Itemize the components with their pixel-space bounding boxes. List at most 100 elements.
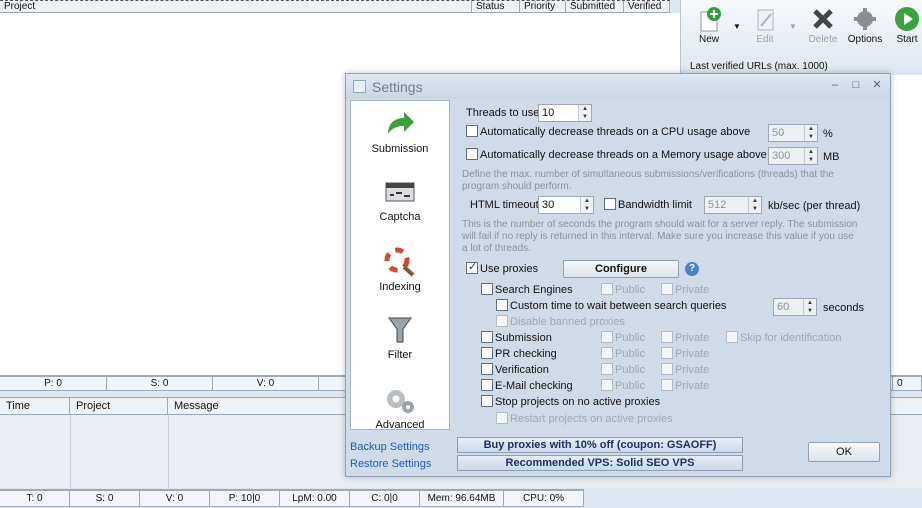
threads-input[interactable]: 10 ▲ ▼ — [538, 104, 592, 122]
main-toolbar: New ▼ Edit ▼ Delete Options Start Last v… — [680, 0, 922, 75]
bandwidth-unit: kb/sec (per thread) — [768, 200, 861, 212]
close-icon[interactable]: ✕ — [870, 79, 884, 92]
edit-dropdown-arrow-icon[interactable]: ▼ — [789, 22, 797, 31]
disable-banned-proxies-checkbox[interactable]: Disable banned proxies — [496, 315, 625, 328]
email-private-checkbox[interactable]: Private — [661, 379, 709, 392]
funnel-icon — [382, 313, 418, 347]
recommended-vps-banner[interactable]: Recommended VPS: Solid SEO VPS — [457, 455, 743, 471]
status-submissions: S: 0 — [70, 490, 140, 507]
help-icon[interactable]: ? — [685, 262, 699, 276]
memory-decrease-checkbox[interactable]: Automatically decrease threads on a Memo… — [466, 148, 767, 161]
submission-private-checkbox[interactable]: Private — [661, 331, 709, 344]
timeout-description-2: will fail if no reply is returned in thi… — [462, 231, 854, 242]
spin-arrows-icon[interactable]: ▲ ▼ — [578, 105, 591, 121]
verification-public-checkbox[interactable]: Public — [601, 363, 645, 376]
use-proxies-checkbox[interactable]: Use proxies — [466, 260, 538, 275]
pr-checking-checkbox[interactable]: PR checking — [481, 347, 557, 360]
spin-arrows-icon[interactable]: ▲ ▼ — [803, 299, 816, 315]
edit-button[interactable]: Edit — [743, 6, 787, 45]
submission-settings-panel: Threads to use 10 ▲ ▼ Automatically decrea… — [456, 100, 886, 440]
checkbox-checked-icon — [466, 260, 478, 275]
new-document-icon — [696, 6, 722, 32]
dialog-title: Settings — [372, 79, 423, 95]
nav-submission[interactable]: Submission — [351, 107, 449, 155]
restore-settings-link[interactable]: Restore Settings — [350, 458, 431, 470]
checkbox-icon — [481, 331, 493, 344]
last-verified-label: Last verified URLs (max. 1000) — [690, 61, 828, 72]
gear-icon — [852, 6, 878, 32]
skip-identification-checkbox[interactable]: Skip for identification — [726, 331, 842, 344]
nav-captcha[interactable]: Captcha — [351, 175, 449, 223]
nav-filter[interactable]: Filter — [351, 313, 449, 361]
stop-projects-checkbox[interactable]: Stop projects on no active proxies — [481, 395, 660, 408]
custom-wait-time-checkbox[interactable]: Custom time to wait between search queri… — [496, 299, 726, 312]
nav-indexing[interactable]: Indexing — [351, 245, 449, 293]
new-button[interactable]: New — [687, 6, 731, 45]
column-project[interactable]: Project — [0, 1, 472, 12]
memory-threshold-input[interactable]: 300 ▲ ▼ — [768, 147, 818, 165]
minimize-icon[interactable]: – — [828, 79, 842, 92]
pr-private-checkbox[interactable]: Private — [661, 347, 709, 360]
status-submitted: S: 0 — [107, 376, 213, 391]
captcha-icon — [382, 175, 418, 209]
spin-arrows-icon[interactable]: ▲ ▼ — [580, 197, 593, 213]
column-time[interactable]: Time — [0, 398, 70, 414]
column-priority[interactable]: Priority — [520, 1, 566, 12]
verification-checkbox[interactable]: Verification — [481, 363, 549, 376]
edit-icon — [752, 6, 778, 32]
cpu-unit: % — [823, 128, 833, 140]
checkbox-icon — [481, 363, 493, 376]
status-count: 0 — [893, 376, 922, 391]
buy-proxies-banner[interactable]: Buy proxies with 10% off (coupon: GSAOFF… — [457, 437, 743, 453]
cpu-threshold-input[interactable]: 50 ▲ ▼ — [768, 124, 818, 142]
proxy-submission-checkbox[interactable]: Submission — [481, 331, 552, 344]
start-button[interactable]: Start — [885, 6, 922, 45]
play-icon — [894, 6, 920, 32]
timeout-description-1: This is the number of seconds the progra… — [462, 219, 858, 230]
search-engines-private-checkbox[interactable]: Private — [661, 283, 709, 296]
nav-advanced[interactable]: Advanced — [351, 383, 449, 431]
settings-dialog: Settings – □ ✕ Submission Captcha Indexi… — [345, 73, 891, 477]
lifebuoy-magnifier-icon — [382, 245, 418, 279]
spin-arrows-icon[interactable]: ▲ ▼ — [804, 125, 817, 141]
timeout-description-3: a lot of threads. — [462, 243, 531, 254]
custom-wait-time-input[interactable]: 60 ▲ ▼ — [773, 298, 817, 316]
green-arrow-icon — [382, 107, 418, 141]
submission-public-checkbox[interactable]: Public — [601, 331, 645, 344]
dialog-titlebar[interactable]: Settings – □ ✕ — [346, 74, 890, 99]
checkbox-icon — [481, 379, 493, 392]
checkbox-icon — [604, 198, 616, 211]
status-verified: V: 0 — [213, 376, 319, 391]
html-timeout-input[interactable]: 30 ▲ ▼ — [538, 196, 594, 214]
checkbox-icon — [481, 347, 493, 360]
configure-button[interactable]: Configure — [563, 260, 679, 278]
delete-button[interactable]: Delete — [801, 6, 845, 45]
threads-description-1: Define the max. number of simultaneous s… — [462, 169, 834, 180]
delete-x-icon — [810, 6, 836, 32]
cpu-decrease-checkbox[interactable]: Automatically decrease threads on a CPU … — [466, 125, 750, 138]
backup-settings-link[interactable]: Backup Settings — [350, 441, 430, 453]
ok-button[interactable]: OK — [808, 442, 880, 462]
pr-public-checkbox[interactable]: Public — [601, 347, 645, 360]
options-button[interactable]: Options — [843, 6, 887, 45]
gears-icon — [382, 383, 418, 417]
search-engines-checkbox[interactable]: Search Engines — [481, 283, 573, 296]
column-status[interactable]: Status — [472, 1, 520, 12]
email-checking-checkbox[interactable]: E-Mail checking — [481, 379, 573, 392]
bandwidth-input[interactable]: 512 ▲ ▼ — [704, 196, 762, 214]
column-log-project[interactable]: Project — [70, 398, 168, 414]
status-memory: Mem: 96.64MB — [420, 490, 504, 507]
status-verifications: V: 0 — [140, 490, 210, 507]
bandwidth-limit-checkbox[interactable]: Bandwidth limit — [604, 198, 692, 211]
spin-arrows-icon[interactable]: ▲ ▼ — [748, 197, 761, 213]
new-dropdown-arrow-icon[interactable]: ▼ — [733, 22, 741, 31]
spin-arrows-icon[interactable]: ▲ ▼ — [804, 148, 817, 164]
search-engines-public-checkbox[interactable]: Public — [601, 283, 645, 296]
column-submitted[interactable]: Submitted — [566, 1, 624, 12]
restart-projects-checkbox[interactable]: Restart projects on active proxies — [496, 412, 673, 425]
maximize-icon[interactable]: □ — [849, 79, 863, 92]
column-verified[interactable]: Verified — [624, 1, 670, 12]
memory-unit: MB — [823, 151, 840, 163]
email-public-checkbox[interactable]: Public — [601, 379, 645, 392]
verification-private-checkbox[interactable]: Private — [661, 363, 709, 376]
